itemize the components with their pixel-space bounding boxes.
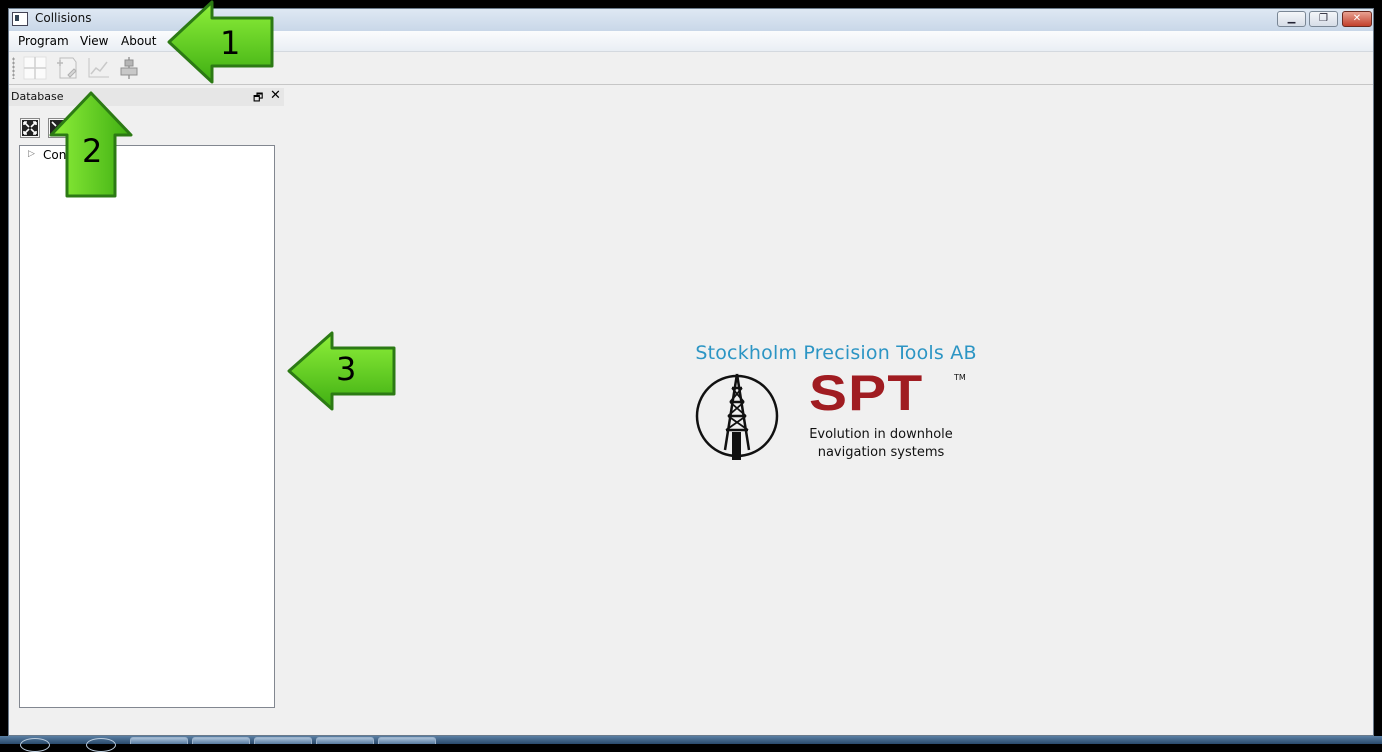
- database-tree[interactable]: ▷ Cont: [19, 145, 275, 708]
- expand-all-icon[interactable]: [20, 118, 40, 138]
- app-window: Collisions ▁ ❐ ✕ Program View About Data…: [8, 8, 1374, 736]
- brand-name: SPT: [809, 365, 924, 421]
- spt-logo: Stockholm Precision Tools AB SPT TM Evol…: [691, 342, 991, 472]
- taskbar-button[interactable]: [192, 737, 250, 744]
- taskbar-button[interactable]: [130, 737, 188, 744]
- close-button[interactable]: ✕: [1342, 11, 1372, 27]
- annotation-number-1: 1: [220, 24, 241, 62]
- trademark-mark: TM: [954, 373, 966, 382]
- menu-view[interactable]: View: [80, 34, 108, 48]
- drilling-rig-logo-icon: [695, 373, 779, 460]
- annotation-number-2: 2: [82, 132, 103, 170]
- window-title: Collisions: [35, 11, 92, 25]
- minimize-button[interactable]: ▁: [1277, 11, 1306, 27]
- dock-close-button[interactable]: ✕: [270, 88, 281, 103]
- company-name: Stockholm Precision Tools AB: [695, 342, 977, 364]
- crosshair-grid-icon[interactable]: [22, 55, 48, 81]
- tagline-line-2: navigation systems: [817, 445, 945, 460]
- line-chart-icon[interactable]: [85, 55, 111, 81]
- taskbar-button[interactable]: [378, 737, 436, 744]
- align-stack-icon[interactable]: [116, 55, 142, 81]
- tree-expand-arrow-icon[interactable]: ▷: [28, 149, 35, 159]
- menu-about[interactable]: About: [121, 34, 156, 48]
- annotation-number-3: 3: [336, 350, 357, 388]
- add-document-icon[interactable]: [54, 55, 80, 81]
- toolbar-grip[interactable]: [12, 57, 15, 79]
- quick-launch-icon[interactable]: [86, 738, 116, 752]
- app-icon: [12, 12, 28, 26]
- taskbar-button[interactable]: [316, 737, 374, 744]
- maximize-button[interactable]: ❐: [1309, 11, 1338, 27]
- menu-program[interactable]: Program: [18, 34, 69, 48]
- dock-float-button[interactable]: 🗗: [253, 89, 263, 108]
- tagline: Evolution in downhole navigation systems: [803, 426, 959, 462]
- tagline-line-1: Evolution in downhole: [809, 427, 953, 442]
- start-orb-icon[interactable]: [20, 738, 50, 752]
- taskbar-button[interactable]: [254, 737, 312, 744]
